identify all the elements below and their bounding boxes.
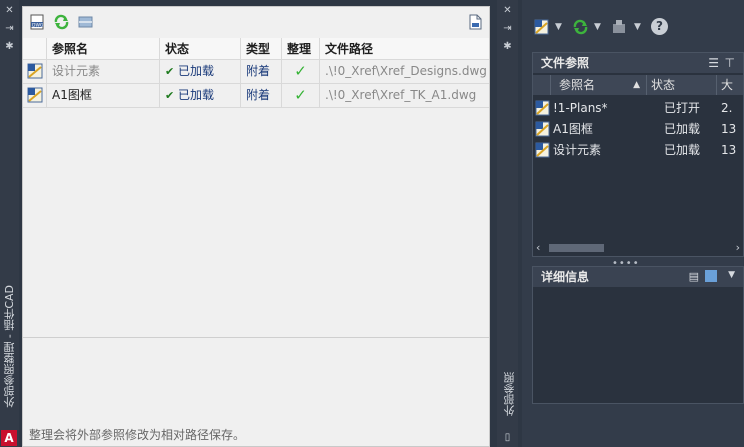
sort-up-icon: ▲ [633, 80, 640, 90]
footer-hint: 整理会将外部参照修改为相对路径保存。 [29, 428, 246, 442]
organize-check-icon[interactable]: ✓ [282, 60, 320, 83]
loaded-check-icon: ✔ [165, 65, 175, 78]
help-icon[interactable]: ? [651, 18, 668, 35]
list-view-icon[interactable]: ☰ [708, 56, 719, 70]
list-item[interactable]: 设计元素 已加载 13 [533, 140, 743, 161]
close-icon[interactable]: ✕ [3, 5, 16, 17]
change-path-icon[interactable] [611, 18, 629, 36]
row-type: 附着 [241, 84, 282, 107]
details-dropdown-icon[interactable]: ▼ [728, 270, 735, 280]
tree-view-icon[interactable]: ⊤ [725, 56, 735, 70]
item-size: 2. [721, 101, 733, 115]
row-name: 设计元素 [47, 60, 160, 83]
svg-text:DWG: DWG [32, 23, 44, 29]
xref-organizer-palette: DWG 参照名 状态 类型 整理 文件路径 设计元素 ✔ 已加载 附着 ✓ .\… [22, 6, 490, 447]
row-status: ✔ 已加载 [160, 84, 241, 107]
row-path: .\!0_Xref\Xref_TK_A1.dwg [325, 88, 477, 102]
table-header: 参照名 状态 类型 整理 文件路径 [23, 38, 489, 60]
organize-check-icon[interactable]: ✓ [282, 84, 320, 107]
header-icon-col [533, 75, 551, 95]
col-header-status[interactable]: 状态 [647, 75, 717, 95]
item-name: 设计元素 [553, 143, 602, 157]
autocad-logo-icon: A [1, 430, 17, 446]
col-header-name[interactable]: 参照名 ▲ [551, 75, 647, 95]
col-header-size[interactable]: 大 [717, 75, 744, 95]
table-row[interactable]: 设计元素 ✔ 已加载 附着 ✓ .\!0_Xref\Xref_Designs.d… [23, 60, 489, 84]
attach-dwg-icon[interactable] [534, 18, 550, 36]
table-row[interactable]: A1图框 ✔ 已加载 附着 ✓ .\!0_Xref\Xref_TK_A1.dwg [23, 84, 489, 108]
refresh-dropdown-icon[interactable]: ▼ [594, 18, 601, 36]
xref-dwg-icon [23, 84, 47, 107]
dwg-file-icon[interactable]: DWG [29, 14, 46, 30]
item-status: 已加载 [664, 143, 701, 157]
close-icon[interactable]: ✕ [501, 5, 514, 17]
settings-icon[interactable]: ✱ [501, 41, 514, 53]
item-size: 13 [721, 122, 737, 136]
item-status: 已打开 [664, 101, 701, 115]
app-root: ✕ ⇥ ✱ 外部参照整理 - 插件CAD A DWG 参照名 状态 类型 整理 … [0, 0, 744, 447]
scroll-left-icon[interactable]: ‹ [536, 241, 540, 255]
col-header-type[interactable]: 类型 [241, 38, 282, 59]
path-dropdown-icon[interactable]: ▼ [634, 18, 641, 36]
file-references-section: 文件参照 ☰ ⊤ 参照名 ▲ 状态 大 !1-Plans* 已打开 2. A1图… [532, 52, 744, 257]
xref-table: 参照名 状态 类型 整理 文件路径 设计元素 ✔ 已加载 附着 ✓ .\!0_X… [23, 38, 489, 108]
palette-title: 外部参照 [503, 372, 516, 416]
header-icon-col [23, 38, 47, 59]
external-references-palette: ▼ ▼ ▼ ? 文件参照 ☰ ⊤ 参照名 ▲ 状态 大 !1-Plans* 已打… [522, 0, 744, 447]
list-item[interactable]: !1-Plans* 已打开 2. [533, 98, 743, 119]
item-size: 13 [721, 143, 737, 157]
xref-dwg-icon [535, 142, 550, 158]
left-palette-strip: ✕ ⇥ ✱ 外部参照整理 - 插件CAD A [0, 0, 19, 447]
attach-dropdown-icon[interactable]: ▼ [555, 18, 562, 36]
refresh-icon[interactable] [53, 14, 70, 30]
toolbar: DWG [23, 7, 489, 37]
col-header-path[interactable]: 文件路径 [320, 38, 489, 59]
scroll-right-icon[interactable]: › [736, 241, 740, 255]
preview-icon[interactable] [705, 270, 717, 282]
row-name: A1图框 [47, 84, 160, 107]
properties-icon[interactable]: ▤ [689, 270, 699, 283]
item-name: A1图框 [553, 122, 593, 136]
row-type: 附着 [241, 60, 282, 83]
xref-dwg-icon [23, 60, 47, 83]
xref-palette-strip: ✕ ⇥ ✱ 外部参照 ▯ [497, 0, 518, 447]
refresh-icon[interactable] [572, 18, 589, 36]
item-status: 已加载 [664, 122, 701, 136]
dwg-file-icon [535, 100, 550, 116]
details-section: 详细信息 ▤ ▼ [532, 266, 744, 404]
row-status: ✔ 已加载 [160, 60, 241, 83]
horizontal-scrollbar[interactable]: ‹ › [533, 241, 743, 255]
info-area: 整理会将外部参照修改为相对路径保存。 [23, 337, 489, 447]
palette-title: 外部参照整理 - 插件CAD [3, 285, 16, 408]
clipboard-icon[interactable]: ▯ [501, 432, 514, 444]
auto-hide-icon[interactable]: ⇥ [501, 23, 514, 35]
auto-hide-icon[interactable]: ⇥ [3, 23, 16, 35]
list-item[interactable]: A1图框 已加载 13 [533, 119, 743, 140]
table-view-icon[interactable] [77, 14, 94, 30]
col-header-status[interactable]: 状态 [160, 38, 241, 59]
row-path: .\!0_Xref\Xref_Designs.dwg [325, 64, 487, 78]
col-header-name[interactable]: 参照名 [47, 38, 160, 59]
loaded-check-icon: ✔ [165, 89, 175, 102]
file-ref-header: 参照名 ▲ 状态 大 [533, 75, 743, 95]
settings-icon[interactable]: ✱ [3, 41, 16, 53]
scroll-thumb[interactable] [549, 244, 604, 252]
item-name: !1-Plans* [553, 101, 608, 115]
col-header-organize[interactable]: 整理 [282, 38, 320, 59]
xref-dwg-icon [535, 121, 550, 137]
open-file-icon[interactable] [467, 14, 484, 30]
